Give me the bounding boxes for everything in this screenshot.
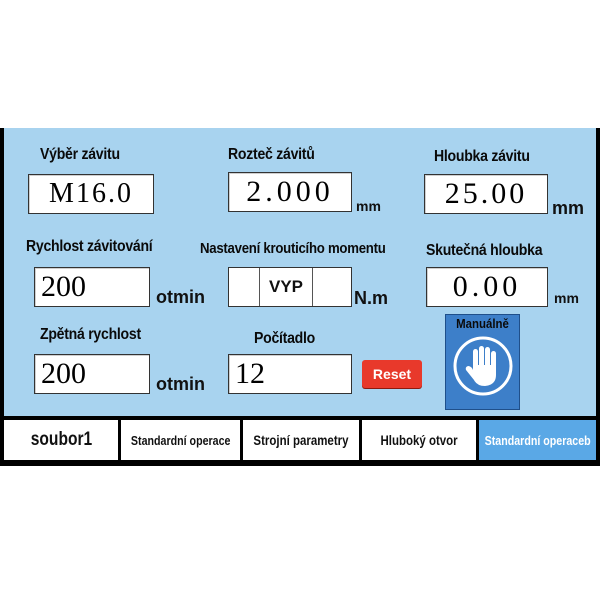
tapping-speed-field[interactable]: 200	[34, 267, 150, 307]
torque-unit: N.m	[354, 288, 389, 308]
return-speed-label: Zpětná rychlost	[40, 326, 141, 343]
thread-select-field[interactable]: M16.0	[28, 174, 154, 214]
tapping-speed-unit: otmin	[156, 287, 205, 307]
tab-label: soubor1	[30, 429, 92, 450]
tapping-speed-label: Rychlost závitování	[26, 238, 153, 255]
counter-field[interactable]: 12	[228, 354, 352, 394]
thread-select-label: Výběr závitu	[40, 146, 120, 163]
manual-label: Manuálně	[456, 316, 509, 331]
tab-bar: soubor1 Standardní operace Strojní param…	[0, 416, 600, 466]
counter-label: Počítadlo	[254, 330, 315, 347]
tab-label: Strojní parametry	[253, 432, 349, 448]
tab-soubor1[interactable]: soubor1	[4, 420, 118, 460]
tab-deep-hole[interactable]: Hluboký otvor	[362, 420, 476, 460]
tab-machine-parameters[interactable]: Strojní parametry	[243, 420, 359, 460]
return-speed-field[interactable]: 200	[34, 354, 150, 394]
torque-label: Nastavení krouticího momentu	[200, 240, 386, 257]
depth-label: Hloubka závitu	[434, 148, 530, 165]
tab-standard-operation[interactable]: Standardní operace	[121, 420, 240, 460]
tab-label: Standardní operaceb	[484, 432, 591, 448]
actual-depth-field[interactable]: 0.00	[426, 267, 548, 307]
main-panel: Výběr závitu M16.0 Rozteč závitů 2.000 m…	[4, 128, 596, 416]
torque-selector: VYP	[228, 267, 352, 307]
depth-unit: mm	[552, 198, 585, 218]
actual-depth-label: Skutečná hloubka	[426, 242, 543, 259]
tab-label: Standardní operace	[130, 432, 231, 448]
reset-button[interactable]: Reset	[362, 360, 422, 388]
hmi-screen: Výběr závitu M16.0 Rozteč závitů 2.000 m…	[0, 128, 600, 466]
manual-button[interactable]: Manuálně	[445, 314, 520, 410]
tab-standard-operation-b[interactable]: Standardní operaceb	[479, 420, 596, 460]
hand-icon	[453, 336, 513, 396]
return-speed-unit: otmin	[156, 374, 205, 394]
pitch-label: Rozteč závitů	[228, 146, 315, 163]
pitch-field[interactable]: 2.000	[228, 172, 352, 212]
torque-toggle[interactable]: VYP	[259, 268, 313, 306]
actual-depth-unit: mm	[554, 290, 579, 306]
depth-field[interactable]: 25.00	[424, 174, 548, 214]
tab-label: Hluboký otvor	[380, 432, 458, 448]
pitch-unit: mm	[356, 198, 381, 214]
